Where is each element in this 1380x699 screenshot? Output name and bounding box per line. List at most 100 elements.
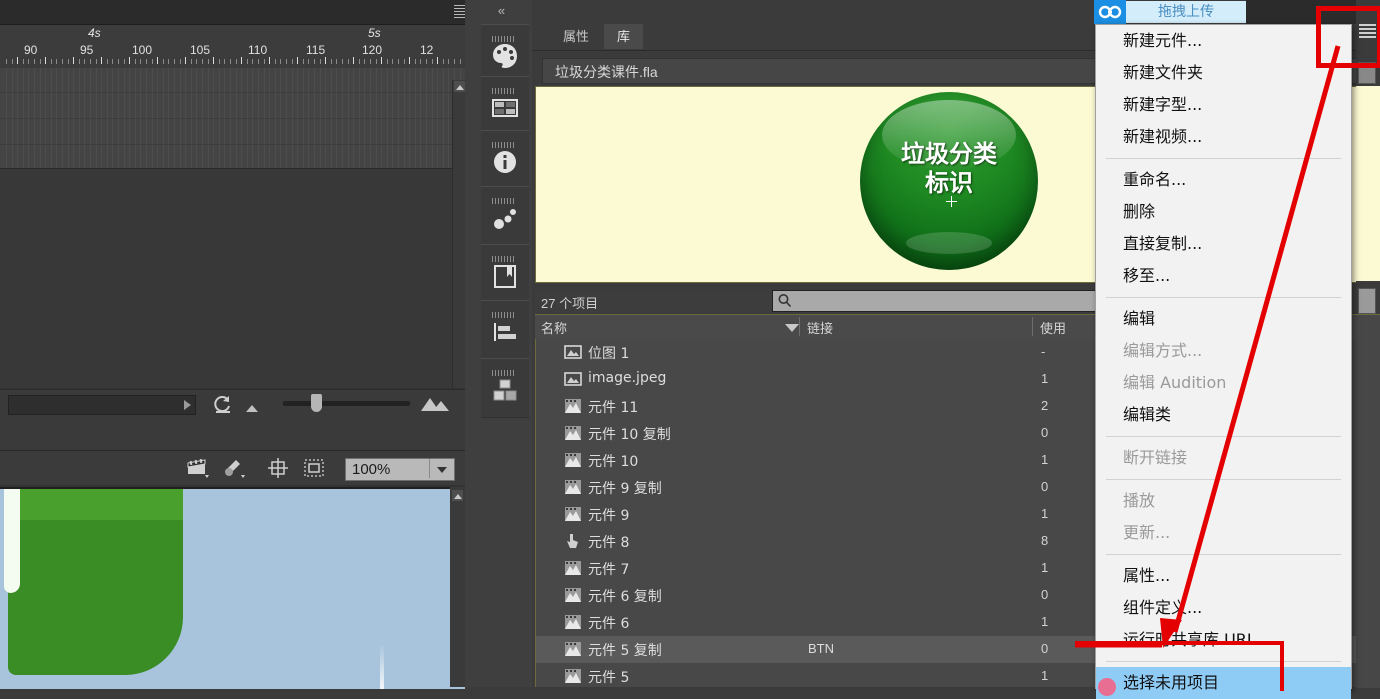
timeline-lower-toolbar xyxy=(0,419,465,451)
timeline-tick xyxy=(56,59,58,64)
menu-item[interactable]: 组件定义... xyxy=(1096,592,1351,624)
vertical-scrollbar-thumb-lower[interactable] xyxy=(1358,288,1376,314)
column-separator[interactable] xyxy=(1032,317,1033,336)
timeline-ruler[interactable]: 4s 5s 90 95 100 105 110 115 120 12 xyxy=(0,25,465,69)
drag-grip[interactable] xyxy=(492,135,518,148)
timeline-tick xyxy=(190,59,192,64)
timeline-tick xyxy=(146,59,147,64)
column-header[interactable]: 链接 xyxy=(807,318,833,337)
edit-symbol-icon[interactable] xyxy=(222,457,246,479)
dock-cell[interactable] xyxy=(481,358,529,418)
menu-item[interactable]: 属性... xyxy=(1096,560,1351,592)
menu-separator xyxy=(1106,297,1341,298)
upload-widget: 拖拽上传 xyxy=(1094,0,1246,24)
big-hill-icon[interactable] xyxy=(420,396,450,417)
tab-library[interactable]: 库 xyxy=(604,24,644,49)
dock-cell[interactable] xyxy=(481,300,529,360)
timeline-zoom-slider[interactable] xyxy=(283,401,410,406)
stage-zoom-combo[interactable]: 100% xyxy=(345,458,455,481)
library-item-use-count: 1 xyxy=(1041,506,1049,521)
column-header[interactable]: 使用 xyxy=(1040,318,1066,337)
scroll-up-arrow-icon[interactable] xyxy=(452,490,463,501)
dock-cell[interactable] xyxy=(481,244,529,304)
timeline-tick xyxy=(431,59,433,64)
symbol-preview-circle: 垃圾分类 标识 xyxy=(860,92,1038,270)
menu-item[interactable]: 编辑类 xyxy=(1096,399,1351,431)
drag-grip[interactable] xyxy=(492,363,518,376)
white-streak xyxy=(380,644,384,689)
sort-descending-icon[interactable] xyxy=(785,324,799,332)
align-icon[interactable] xyxy=(491,317,519,347)
menu-item[interactable]: 重命名... xyxy=(1096,164,1351,196)
timeline-grid-rowline xyxy=(0,144,465,145)
fit-to-window-icon[interactable] xyxy=(302,457,326,479)
annotation-cursor-dot xyxy=(1098,678,1116,696)
collapse-panels-button[interactable]: « xyxy=(488,3,514,19)
chevron-down-icon[interactable] xyxy=(429,459,454,478)
timeline-layer-area[interactable] xyxy=(0,169,465,388)
timeline-frame-grid[interactable] xyxy=(0,68,465,169)
library-item-name: image.jpeg xyxy=(588,370,667,386)
menu-item[interactable]: 编辑 xyxy=(1096,303,1351,335)
drag-grip[interactable] xyxy=(492,249,518,262)
menu-item[interactable]: 直接复制... xyxy=(1096,228,1351,260)
menu-item[interactable]: 删除 xyxy=(1096,196,1351,228)
timeline-tick xyxy=(185,57,187,64)
column-header[interactable]: 名称 xyxy=(541,318,567,337)
dock-cell[interactable] xyxy=(481,130,529,190)
center-frame-icon[interactable] xyxy=(266,457,290,479)
timeline-tick xyxy=(179,59,181,64)
library-item-use-count: 1 xyxy=(1041,452,1049,467)
timeline-vertical-scrollbar[interactable] xyxy=(452,80,466,388)
stage-vertical-scrollbar[interactable] xyxy=(450,487,465,687)
timeline-tick xyxy=(302,59,304,64)
button-icon xyxy=(564,532,582,550)
menu-item[interactable]: 移至... xyxy=(1096,260,1351,292)
scene-clapper-icon[interactable] xyxy=(186,457,210,479)
onion-skin-icon[interactable] xyxy=(212,394,234,414)
timeline-tick xyxy=(252,59,254,64)
library-item-use-count: 0 xyxy=(1041,479,1049,494)
transform-dots-icon[interactable] xyxy=(491,203,519,233)
scroll-up-arrow-icon[interactable] xyxy=(454,81,465,92)
menu-item[interactable]: 新建文件夹 xyxy=(1096,57,1351,89)
timeline-tick xyxy=(280,59,282,64)
timeline-tick xyxy=(45,57,47,64)
dock-cell[interactable] xyxy=(481,76,529,136)
column-separator[interactable] xyxy=(799,317,800,336)
dock-cell[interactable] xyxy=(481,186,529,246)
small-hill-icon[interactable] xyxy=(245,400,261,418)
dock-cell[interactable] xyxy=(481,24,529,84)
menu-item[interactable]: 新建字型... xyxy=(1096,89,1351,121)
swatches-grid-icon[interactable] xyxy=(491,93,519,123)
current-frame-field[interactable] xyxy=(8,395,196,415)
library-context-menu[interactable]: 新建元件... 新建文件夹 新建字型... 新建视频... 重命名... 删除 直接复制..… xyxy=(1095,24,1352,699)
info-icon[interactable] xyxy=(491,147,519,177)
menu-item[interactable]: 新建视频... xyxy=(1096,121,1351,153)
stage-canvas[interactable] xyxy=(0,487,465,689)
timeline-tick xyxy=(95,59,97,64)
menu-separator xyxy=(1106,479,1341,480)
play-arrow-icon[interactable] xyxy=(184,400,191,410)
drag-grip[interactable] xyxy=(492,81,518,94)
drag-grip[interactable] xyxy=(492,191,518,204)
menu-item[interactable]: 新建元件... xyxy=(1096,25,1351,57)
color-palette-icon[interactable] xyxy=(491,41,519,71)
upload-button[interactable]: 拖拽上传 xyxy=(1126,1,1246,23)
timeline-frame-label: 90 xyxy=(24,43,38,57)
library-item-use-count: 2 xyxy=(1041,398,1049,413)
tab-properties[interactable]: 属性 xyxy=(550,24,602,49)
drag-grip[interactable] xyxy=(492,29,518,42)
components-icon[interactable] xyxy=(491,375,519,405)
timeline-tick xyxy=(330,59,332,64)
timeline-zoom-slider-thumb[interactable] xyxy=(311,394,322,412)
cloud-link-icon[interactable] xyxy=(1094,0,1126,24)
library-item-name: 元件 7 xyxy=(588,562,630,578)
timeline-tick xyxy=(381,57,383,64)
annotation-red-box xyxy=(1316,6,1380,68)
library-book-icon[interactable] xyxy=(491,261,519,291)
drag-grip[interactable] xyxy=(492,305,518,318)
timeline-tick xyxy=(90,59,91,64)
search-input[interactable] xyxy=(772,290,1101,312)
timeline-tick xyxy=(101,57,103,64)
